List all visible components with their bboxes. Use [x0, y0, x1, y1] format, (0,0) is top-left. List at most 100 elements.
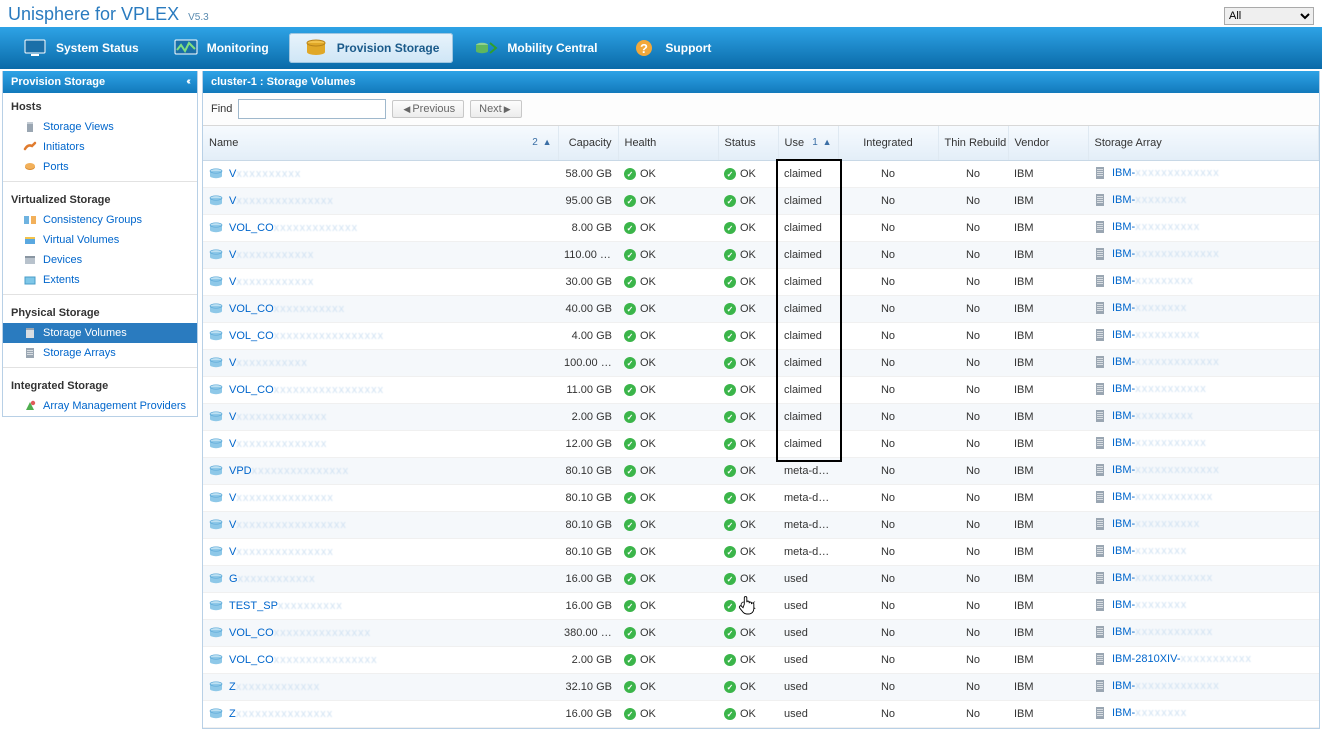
table-row[interactable]: Vxxxxxxxxxxxxxxx80.10 GB✓OK✓OKmeta-dataN…	[203, 485, 1319, 512]
vvol-icon	[23, 233, 37, 247]
table-row[interactable]: VPDxxxxxxxxxxxxxxx80.10 GB✓OK✓OKmeta-dat…	[203, 458, 1319, 485]
array-link[interactable]: IBM-xxxxxxxxxxxx	[1112, 491, 1213, 503]
nav-tab-system-status[interactable]: System Status	[8, 33, 153, 63]
table-row[interactable]: Vxxxxxxxxxxx100.00 GB✓OK✓OKclaimedNoNoIB…	[203, 350, 1319, 377]
array-link[interactable]: IBM-xxxxxxxxx	[1112, 275, 1194, 287]
sidebar-item-label: Storage Views	[43, 121, 114, 133]
col-use[interactable]: Use1 ▲	[778, 126, 838, 161]
ok-status: ✓OK	[624, 357, 656, 369]
find-input[interactable]	[238, 99, 386, 119]
col-health[interactable]: Health	[618, 126, 718, 161]
nav-tab-mobility-central[interactable]: Mobility Central	[459, 33, 611, 63]
array-link[interactable]: IBM-xxxxxxxx	[1112, 545, 1187, 557]
col-capacity[interactable]: Capacity	[558, 126, 618, 161]
volume-link[interactable]: Vxxxxxxxxxxx	[229, 357, 308, 369]
nav-tab-support[interactable]: ?Support	[617, 33, 725, 63]
col-name[interactable]: Name2 ▲	[203, 126, 558, 161]
table-row[interactable]: VOL_COxxxxxxxxxxxxxxxxx11.00 GB✓OK✓OKcla…	[203, 377, 1319, 404]
volume-link[interactable]: VOL_COxxxxxxxxxxxxxxxx	[229, 654, 378, 666]
col-status[interactable]: Status	[718, 126, 778, 161]
array-link[interactable]: IBM-xxxxxxxxxxxxx	[1112, 464, 1220, 476]
cell-integrated: No	[838, 512, 938, 539]
volume-link[interactable]: Vxxxxxxxxxx	[229, 168, 301, 180]
array-link[interactable]: IBM-xxxxxxxxxxx	[1112, 383, 1207, 395]
nav-tab-monitoring[interactable]: Monitoring	[159, 33, 283, 63]
array-link[interactable]: IBM-xxxxxxxxxx	[1112, 518, 1200, 530]
volume-link[interactable]: Zxxxxxxxxxxxxxxx	[229, 708, 333, 720]
sidebar-item-extents[interactable]: Extents	[3, 270, 197, 290]
volume-link[interactable]: Vxxxxxxxxxxxxxxxxx	[229, 519, 347, 531]
table-row[interactable]: Vxxxxxxxxxxxxxxx80.10 GB✓OK✓OKmeta-dataN…	[203, 539, 1319, 566]
volume-link[interactable]: Vxxxxxxxxxxxxxxx	[229, 492, 334, 504]
table-row[interactable]: VOL_COxxxxxxxxxxxxxxx380.00 GB✓OK✓OKused…	[203, 620, 1319, 647]
array-link[interactable]: IBM-xxxxxxxxxx	[1112, 221, 1200, 233]
sidebar-item-virtual-volumes[interactable]: Virtual Volumes	[3, 230, 197, 250]
table-row[interactable]: Vxxxxxxxxxxxx30.00 GB✓OK✓OKclaimedNoNoIB…	[203, 269, 1319, 296]
col-vendor[interactable]: Vendor	[1008, 126, 1088, 161]
table-row[interactable]: Vxxxxxxxxxx58.00 GB✓OK✓OKclaimedNoNoIBMI…	[203, 161, 1319, 188]
array-link[interactable]: IBM-xxxxxxxx	[1112, 599, 1187, 611]
array-link[interactable]: IBM-xxxxxxxxxxx	[1112, 437, 1207, 449]
volume-link[interactable]: VOL_COxxxxxxxxxxxxxxxxx	[229, 330, 384, 342]
table-row[interactable]: Vxxxxxxxxxxxxxx12.00 GB✓OK✓OKclaimedNoNo…	[203, 431, 1319, 458]
array-link[interactable]: IBM-xxxxxxxx	[1112, 707, 1187, 719]
table-row[interactable]: VOL_COxxxxxxxxxxxxxxxx2.00 GB✓OK✓OKusedN…	[203, 647, 1319, 674]
volume-link[interactable]: Vxxxxxxxxxxxxxx	[229, 411, 327, 423]
sidebar-collapse-icon[interactable]: ‹‹	[186, 71, 189, 93]
col-storage-array[interactable]: Storage Array	[1088, 126, 1319, 161]
table-row[interactable]: VOL_COxxxxxxxxxxxxxxxxx4.00 GB✓OK✓OKclai…	[203, 323, 1319, 350]
volume-link[interactable]: Vxxxxxxxxxxxx	[229, 276, 314, 288]
table-row[interactable]: VOL_COxxxxxxxxxxxxx8.00 GB✓OK✓OKclaimedN…	[203, 215, 1319, 242]
table-row[interactable]: Vxxxxxxxxxxxxxxxxx80.10 GB✓OK✓OKmeta-dat…	[203, 512, 1319, 539]
sidebar-item-devices[interactable]: Devices	[3, 250, 197, 270]
volume-link[interactable]: Vxxxxxxxxxxxxxx	[229, 438, 327, 450]
table-row[interactable]: VOL_COxxxxxxxxxxx40.00 GB✓OK✓OKclaimedNo…	[203, 296, 1319, 323]
cell-use: claimed	[778, 350, 838, 377]
table-row[interactable]: Zxxxxxxxxxxxxxxx16.00 GB✓OK✓OKusedNoNoIB…	[203, 701, 1319, 728]
sidebar-item-initiators[interactable]: Initiators	[3, 137, 197, 157]
table-row[interactable]: TEST_SPxxxxxxxxxx16.00 GB✓OK✓OKusedNoNoI…	[203, 593, 1319, 620]
array-link[interactable]: IBM-xxxxxxxxx	[1112, 410, 1194, 422]
volume-link[interactable]: TEST_SPxxxxxxxxxx	[229, 600, 343, 612]
array-link[interactable]: IBM-xxxxxxxx	[1112, 302, 1187, 314]
table-row[interactable]: Gxxxxxxxxxxxx16.00 GB✓OK✓OKusedNoNoIBMIB…	[203, 566, 1319, 593]
volume-link[interactable]: VPDxxxxxxxxxxxxxxx	[229, 465, 349, 477]
scope-select[interactable]: All	[1224, 7, 1314, 25]
volume-link[interactable]: VOL_COxxxxxxxxxxxxxxx	[229, 627, 371, 639]
array-link[interactable]: IBM-xxxxxxxxxxxx	[1112, 626, 1213, 638]
array-link[interactable]: IBM-xxxxxxxxxx	[1112, 329, 1200, 341]
volume-link[interactable]: Vxxxxxxxxxxxxxxx	[229, 546, 334, 558]
table-row[interactable]: Vxxxxxxxxxxxxxx2.00 GB✓OK✓OKclaimedNoNoI…	[203, 404, 1319, 431]
sidebar-item-storage-arrays[interactable]: Storage Arrays	[3, 343, 197, 363]
sidebar-item-consistency-groups[interactable]: Consistency Groups	[3, 210, 197, 230]
volume-link[interactable]: Gxxxxxxxxxxxx	[229, 573, 316, 585]
sidebar-item-ports[interactable]: Ports	[3, 157, 197, 177]
sidebar-item-amp[interactable]: Array Management Providers	[3, 396, 197, 416]
volume-link[interactable]: VOL_COxxxxxxxxxxxxx	[229, 222, 358, 234]
array-link[interactable]: IBM-xxxxxxxxxxxx	[1112, 572, 1213, 584]
cell-status: ✓OK	[718, 242, 778, 269]
array-link[interactable]: IBM-xxxxxxxxxxxxx	[1112, 248, 1220, 260]
find-prev-button[interactable]: ◀Previous	[392, 100, 464, 118]
col-integrated[interactable]: Integrated	[838, 126, 938, 161]
table-row[interactable]: Zxxxxxxxxxxxxx32.10 GB✓OK✓OKusedNoNoIBMI…	[203, 674, 1319, 701]
cell-status: ✓OK	[718, 539, 778, 566]
array-link[interactable]: IBM-2810XIV-xxxxxxxxxxx	[1112, 653, 1252, 665]
cell-thin: No	[938, 539, 1008, 566]
volume-link[interactable]: Vxxxxxxxxxxxxxxx	[229, 195, 334, 207]
table-row[interactable]: Vxxxxxxxxxxxxxxx95.00 GB✓OK✓OKclaimedNoN…	[203, 188, 1319, 215]
volume-link[interactable]: Vxxxxxxxxxxxx	[229, 249, 314, 261]
array-link[interactable]: IBM-xxxxxxxxxxxxx	[1112, 680, 1220, 692]
array-link[interactable]: IBM-xxxxxxxxxxxxx	[1112, 167, 1220, 179]
array-link[interactable]: IBM-xxxxxxxx	[1112, 194, 1187, 206]
volume-link[interactable]: VOL_COxxxxxxxxxxx	[229, 303, 345, 315]
sidebar-item-storage-views[interactable]: Storage Views	[3, 117, 197, 137]
sidebar-item-storage-volumes[interactable]: Storage Volumes	[3, 323, 197, 343]
table-row[interactable]: Vxxxxxxxxxxxx110.00 GB✓OK✓OKclaimedNoNoI…	[203, 242, 1319, 269]
find-next-button[interactable]: Next▶	[470, 100, 522, 118]
array-link[interactable]: IBM-xxxxxxxxxxxxx	[1112, 356, 1220, 368]
nav-tab-provision-storage[interactable]: Provision Storage	[289, 33, 454, 63]
volume-link[interactable]: Zxxxxxxxxxxxxx	[229, 681, 320, 693]
col-thin-rebuild[interactable]: Thin Rebuild	[938, 126, 1008, 161]
volume-link[interactable]: VOL_COxxxxxxxxxxxxxxxxx	[229, 384, 384, 396]
